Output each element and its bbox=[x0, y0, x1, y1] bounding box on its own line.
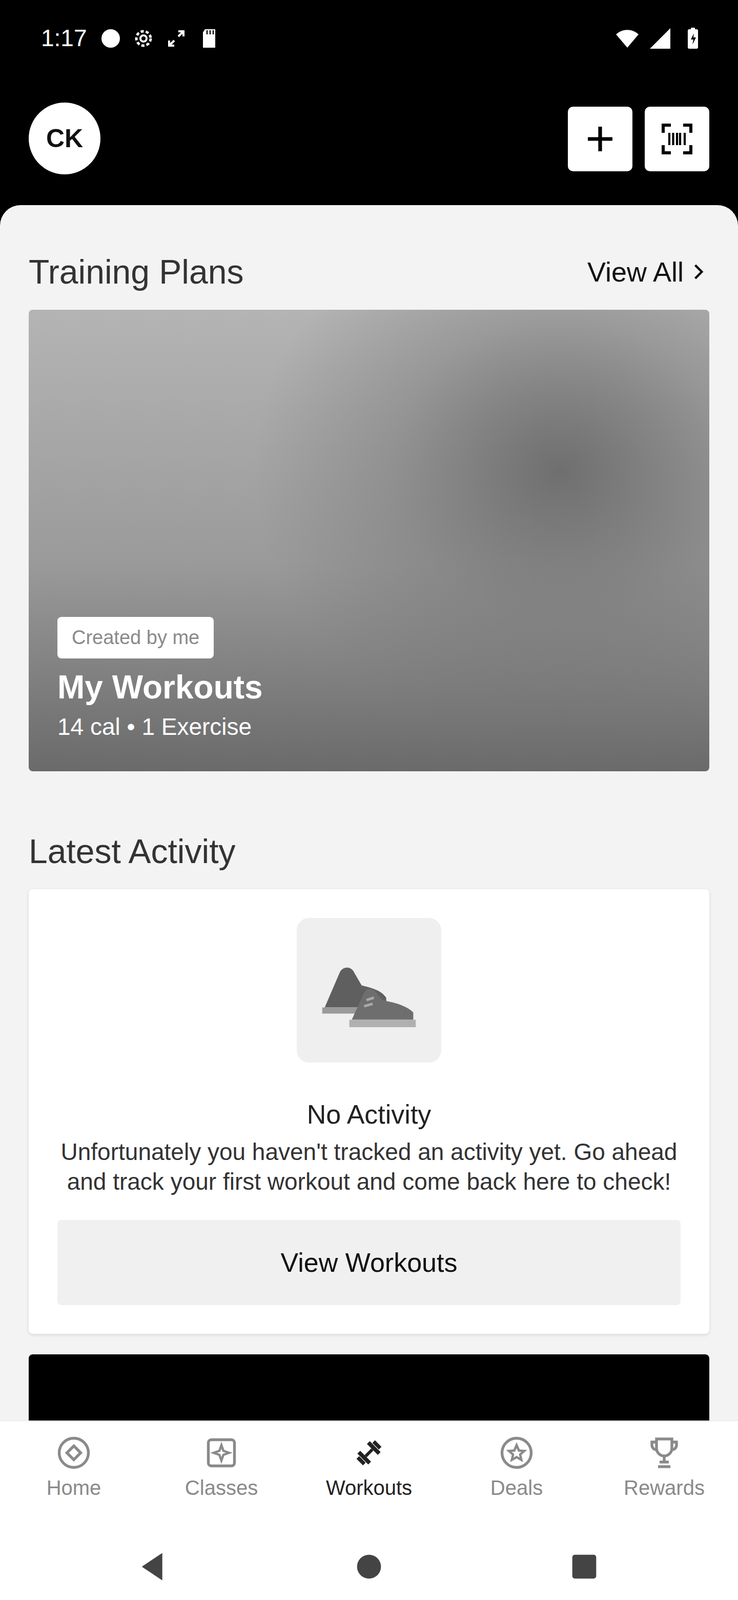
home-icon bbox=[55, 1433, 93, 1471]
status-bar: 1:17 bbox=[0, 0, 738, 77]
plan-meta: 14 cal • 1 Exercise bbox=[57, 711, 681, 742]
star-icon bbox=[498, 1433, 536, 1471]
clock: 1:17 bbox=[41, 24, 88, 53]
wifi-icon bbox=[615, 26, 640, 51]
training-plans-header: Training Plans View All bbox=[28, 251, 710, 293]
empty-text: Unfortunately you haven't tracked an act… bbox=[57, 1136, 681, 1196]
nav-label: Workouts bbox=[325, 1474, 413, 1500]
gear-icon bbox=[131, 26, 156, 51]
arrows-icon bbox=[164, 26, 189, 51]
classes-icon bbox=[202, 1433, 240, 1471]
nav-label: Deals bbox=[490, 1474, 543, 1500]
nav-label: Home bbox=[46, 1474, 102, 1500]
plan-badge: Created by me bbox=[57, 616, 214, 659]
nav-tab[interactable]: Workouts bbox=[295, 1420, 443, 1533]
nav-label: Rewards bbox=[623, 1474, 705, 1500]
empty-title: No Activity bbox=[306, 1097, 432, 1130]
nav-tab[interactable]: Home bbox=[0, 1420, 148, 1533]
log-workout-button[interactable] bbox=[28, 1353, 710, 1420]
trophy-icon bbox=[645, 1433, 683, 1471]
dumbbell-icon bbox=[350, 1433, 388, 1471]
plan-title: My Workouts bbox=[57, 667, 681, 707]
nav-label: Classes bbox=[185, 1474, 258, 1500]
sneakers-icon bbox=[307, 928, 431, 1052]
latest-activity-header: Latest Activity bbox=[28, 830, 710, 872]
nav-tab[interactable]: Deals bbox=[442, 1420, 591, 1533]
notification-dot-icon bbox=[98, 26, 123, 51]
empty-state-box bbox=[296, 917, 442, 1062]
app-header: CK bbox=[0, 76, 738, 205]
system-nav bbox=[0, 1532, 738, 1599]
scan-button[interactable] bbox=[644, 106, 710, 172]
plus-icon bbox=[581, 120, 619, 158]
signal-icon bbox=[647, 26, 673, 51]
section-title: Latest Activity bbox=[28, 830, 236, 872]
avatar[interactable]: CK bbox=[28, 102, 101, 175]
battery-icon bbox=[680, 26, 706, 51]
activity-card: No Activity Unfortunately you haven't tr… bbox=[28, 888, 710, 1334]
nav-tab[interactable]: Classes bbox=[147, 1420, 296, 1533]
sd-card-icon bbox=[196, 26, 222, 51]
chevron-right-icon bbox=[686, 260, 710, 283]
nav-tab[interactable]: Rewards bbox=[590, 1420, 738, 1533]
barcode-icon bbox=[658, 120, 696, 158]
recents-icon[interactable] bbox=[563, 1545, 605, 1587]
bottom-nav: Home Classes Workouts Deals Rewards bbox=[0, 1419, 738, 1533]
back-icon[interactable] bbox=[133, 1545, 175, 1587]
view-all-link[interactable]: View All bbox=[587, 251, 710, 293]
view-workouts-button[interactable]: View Workouts bbox=[57, 1219, 681, 1305]
plan-card[interactable]: Created by me My Workouts 14 cal • 1 Exe… bbox=[28, 309, 710, 771]
view-all-label: View All bbox=[587, 251, 684, 293]
section-title: Training Plans bbox=[28, 251, 244, 293]
content-area: Training Plans View All Created by me My… bbox=[0, 205, 738, 1420]
home-circle-icon[interactable] bbox=[348, 1545, 390, 1587]
add-button[interactable] bbox=[567, 106, 633, 172]
